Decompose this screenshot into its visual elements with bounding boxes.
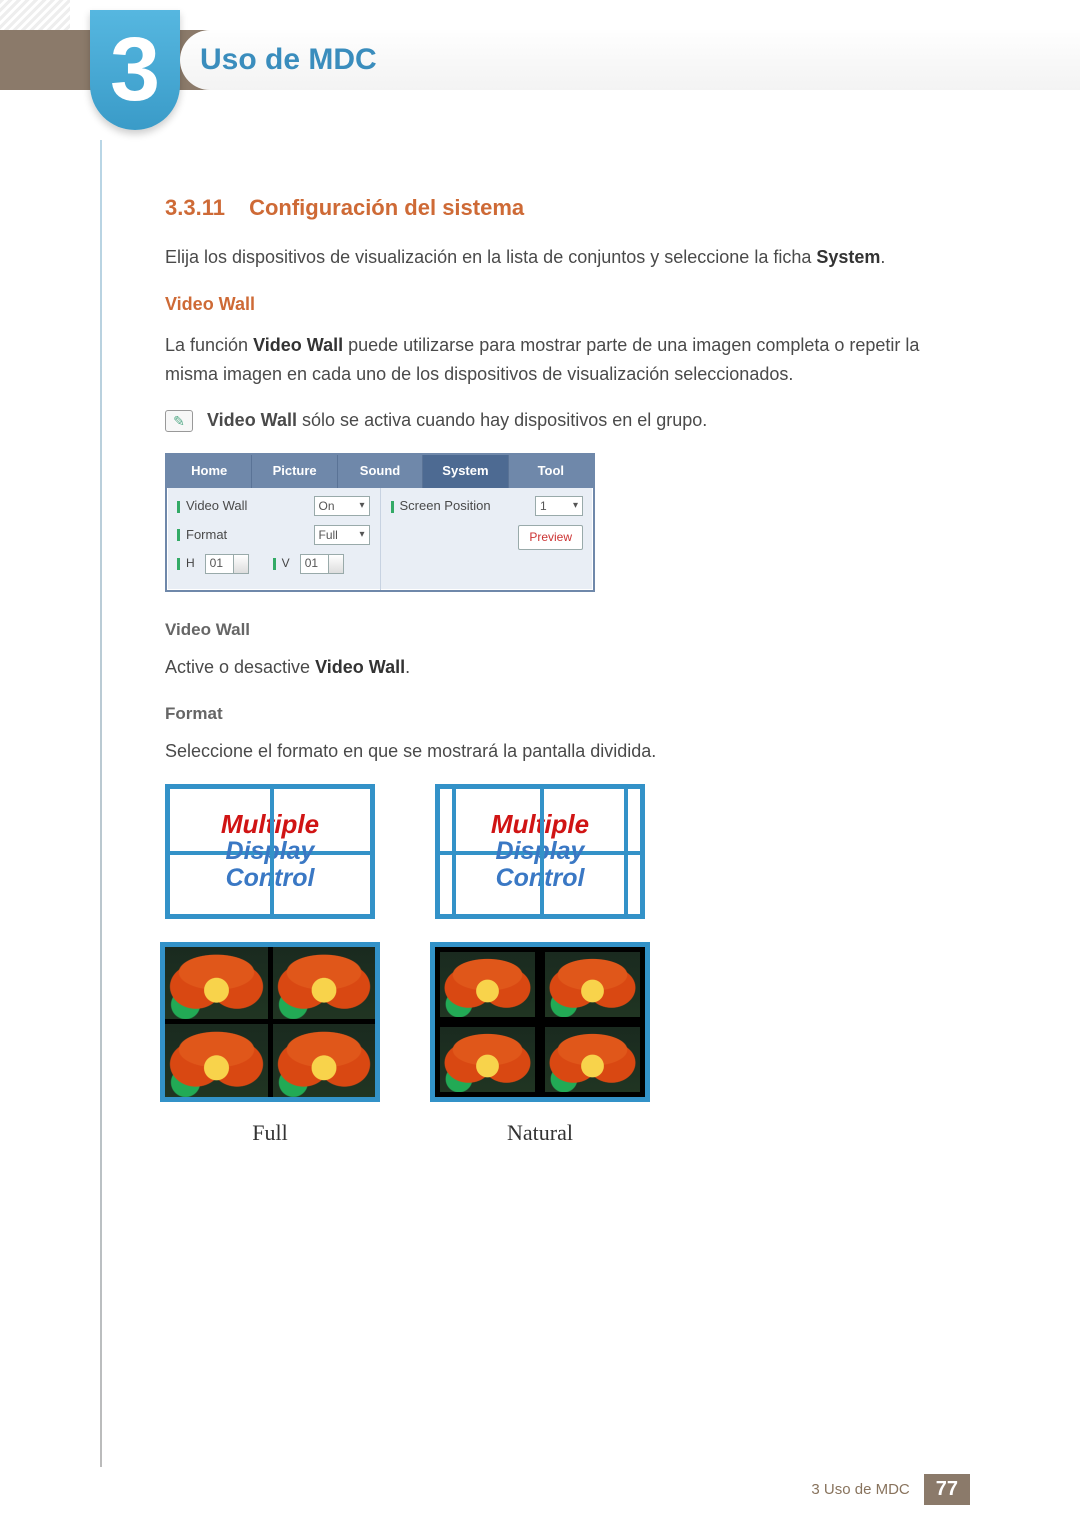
logo-box-natural: Multiple Display Control — [435, 784, 645, 919]
flower-tile — [545, 952, 640, 1017]
intro-text-bold: System — [816, 247, 880, 267]
videowall-subheading: Video Wall — [165, 290, 970, 319]
flower-tile — [545, 1027, 640, 1092]
tab-sound[interactable]: Sound — [338, 455, 423, 488]
logo-line1: Multiple — [221, 811, 319, 838]
logo-line1: Multiple — [491, 811, 589, 838]
screenpos-label: Screen Position — [391, 496, 491, 517]
spinner-up-icon[interactable]: ▲ — [237, 556, 245, 569]
page-number: 77 — [924, 1474, 970, 1505]
note-icon: ✎ — [165, 410, 193, 432]
section-title: Configuración del sistema — [249, 195, 524, 220]
flower-tile — [440, 952, 535, 1017]
note-text: Video Wall sólo se activa cuando hay dis… — [207, 406, 707, 435]
format-heading: Format — [165, 700, 970, 727]
vw-toggle-post: . — [405, 657, 410, 677]
logo-box-full: Multiple Display Control — [165, 784, 375, 919]
tab-home[interactable]: Home — [167, 455, 252, 488]
screenpos-value: 1 — [540, 497, 547, 516]
note-row: ✎ Video Wall sólo se activa cuando hay d… — [165, 406, 970, 435]
tab-picture[interactable]: Picture — [252, 455, 337, 488]
panel-body: Video Wall On Format Full H 01 ▲ ▼ — [167, 488, 593, 590]
videowall-heading: Video Wall — [165, 616, 970, 643]
flower-grid-full — [165, 947, 375, 1097]
format-para: Seleccione el formato en que se mostrará… — [165, 737, 970, 766]
flower-tile — [440, 1027, 535, 1092]
h-label: H — [177, 554, 195, 573]
section-heading: 3.3.11 Configuración del sistema — [165, 190, 970, 225]
logo-line3: Control — [226, 865, 315, 891]
vw-toggle-pre: Active o desactive — [165, 657, 315, 677]
chapter-title: Uso de MDC — [0, 30, 1080, 90]
spinner-down-icon[interactable]: ▼ — [332, 559, 340, 572]
format-dropdown[interactable]: Full — [314, 525, 370, 545]
format-full-column: Multiple Display Control Full — [165, 784, 375, 1150]
v-value: 01 — [305, 554, 318, 573]
videowall-toggle-para: Active o desactive Video Wall. — [165, 653, 970, 682]
tab-tool[interactable]: Tool — [509, 455, 593, 488]
vw-text-pre: La función — [165, 335, 253, 355]
logo-line2: Display — [226, 838, 315, 864]
intro-text-pre: Elija los dispositivos de visualización … — [165, 247, 816, 267]
note-bold: Video Wall — [207, 410, 297, 430]
intro-text-post: . — [880, 247, 885, 267]
panel-tabs: Home Picture Sound System Tool — [167, 455, 593, 488]
note-rest: sólo se activa cuando hay dispositivos e… — [297, 410, 707, 430]
format-natural-column: Multiple Display Control Natural — [435, 784, 645, 1150]
footer-text: 3 Uso de MDC — [811, 1481, 909, 1498]
panel-col-left: Video Wall On Format Full H 01 ▲ ▼ — [167, 488, 380, 590]
vw-text-bold: Video Wall — [253, 335, 343, 355]
videowall-value: On — [319, 497, 335, 516]
flower-grid-natural — [435, 947, 645, 1097]
v-spinner[interactable]: 01 ▲ ▼ — [300, 554, 344, 574]
videowall-dropdown[interactable]: On — [314, 496, 370, 516]
flower-tile — [273, 947, 376, 1020]
logo-line3: Control — [496, 865, 585, 891]
preview-button[interactable]: Preview — [518, 525, 583, 550]
section-number: 3.3.11 — [165, 195, 225, 220]
logo-line2: Display — [496, 838, 585, 864]
spinner-up-icon[interactable]: ▲ — [332, 556, 340, 569]
page-footer: 3 Uso de MDC 77 — [811, 1474, 970, 1505]
content-body: 3.3.11 Configuración del sistema Elija l… — [165, 190, 970, 1150]
h-spinner[interactable]: 01 ▲ ▼ — [205, 554, 249, 574]
spinner-down-icon[interactable]: ▼ — [237, 559, 245, 572]
flower-tile — [165, 947, 268, 1020]
settings-panel-screenshot: Home Picture Sound System Tool Video Wal… — [165, 453, 595, 591]
vw-toggle-bold: Video Wall — [315, 657, 405, 677]
flower-tile — [273, 1024, 376, 1097]
videowall-paragraph: La función Video Wall puede utilizarse p… — [165, 331, 970, 389]
intro-paragraph: Elija los dispositivos de visualización … — [165, 243, 970, 272]
format-field-label: Format — [177, 525, 227, 546]
h-value: 01 — [210, 554, 223, 573]
screenpos-dropdown[interactable]: 1 — [535, 496, 583, 516]
caption-full: Full — [165, 1115, 375, 1150]
format-value: Full — [319, 526, 338, 545]
format-examples-row: Multiple Display Control Full Multiple D… — [165, 784, 970, 1150]
tab-system[interactable]: System — [423, 455, 508, 488]
left-rail — [100, 140, 102, 1467]
videowall-field-label: Video Wall — [177, 496, 247, 517]
v-label: V — [273, 554, 290, 573]
panel-col-right: Screen Position 1 Preview — [380, 488, 594, 590]
caption-natural: Natural — [435, 1115, 645, 1150]
flower-tile — [165, 1024, 268, 1097]
